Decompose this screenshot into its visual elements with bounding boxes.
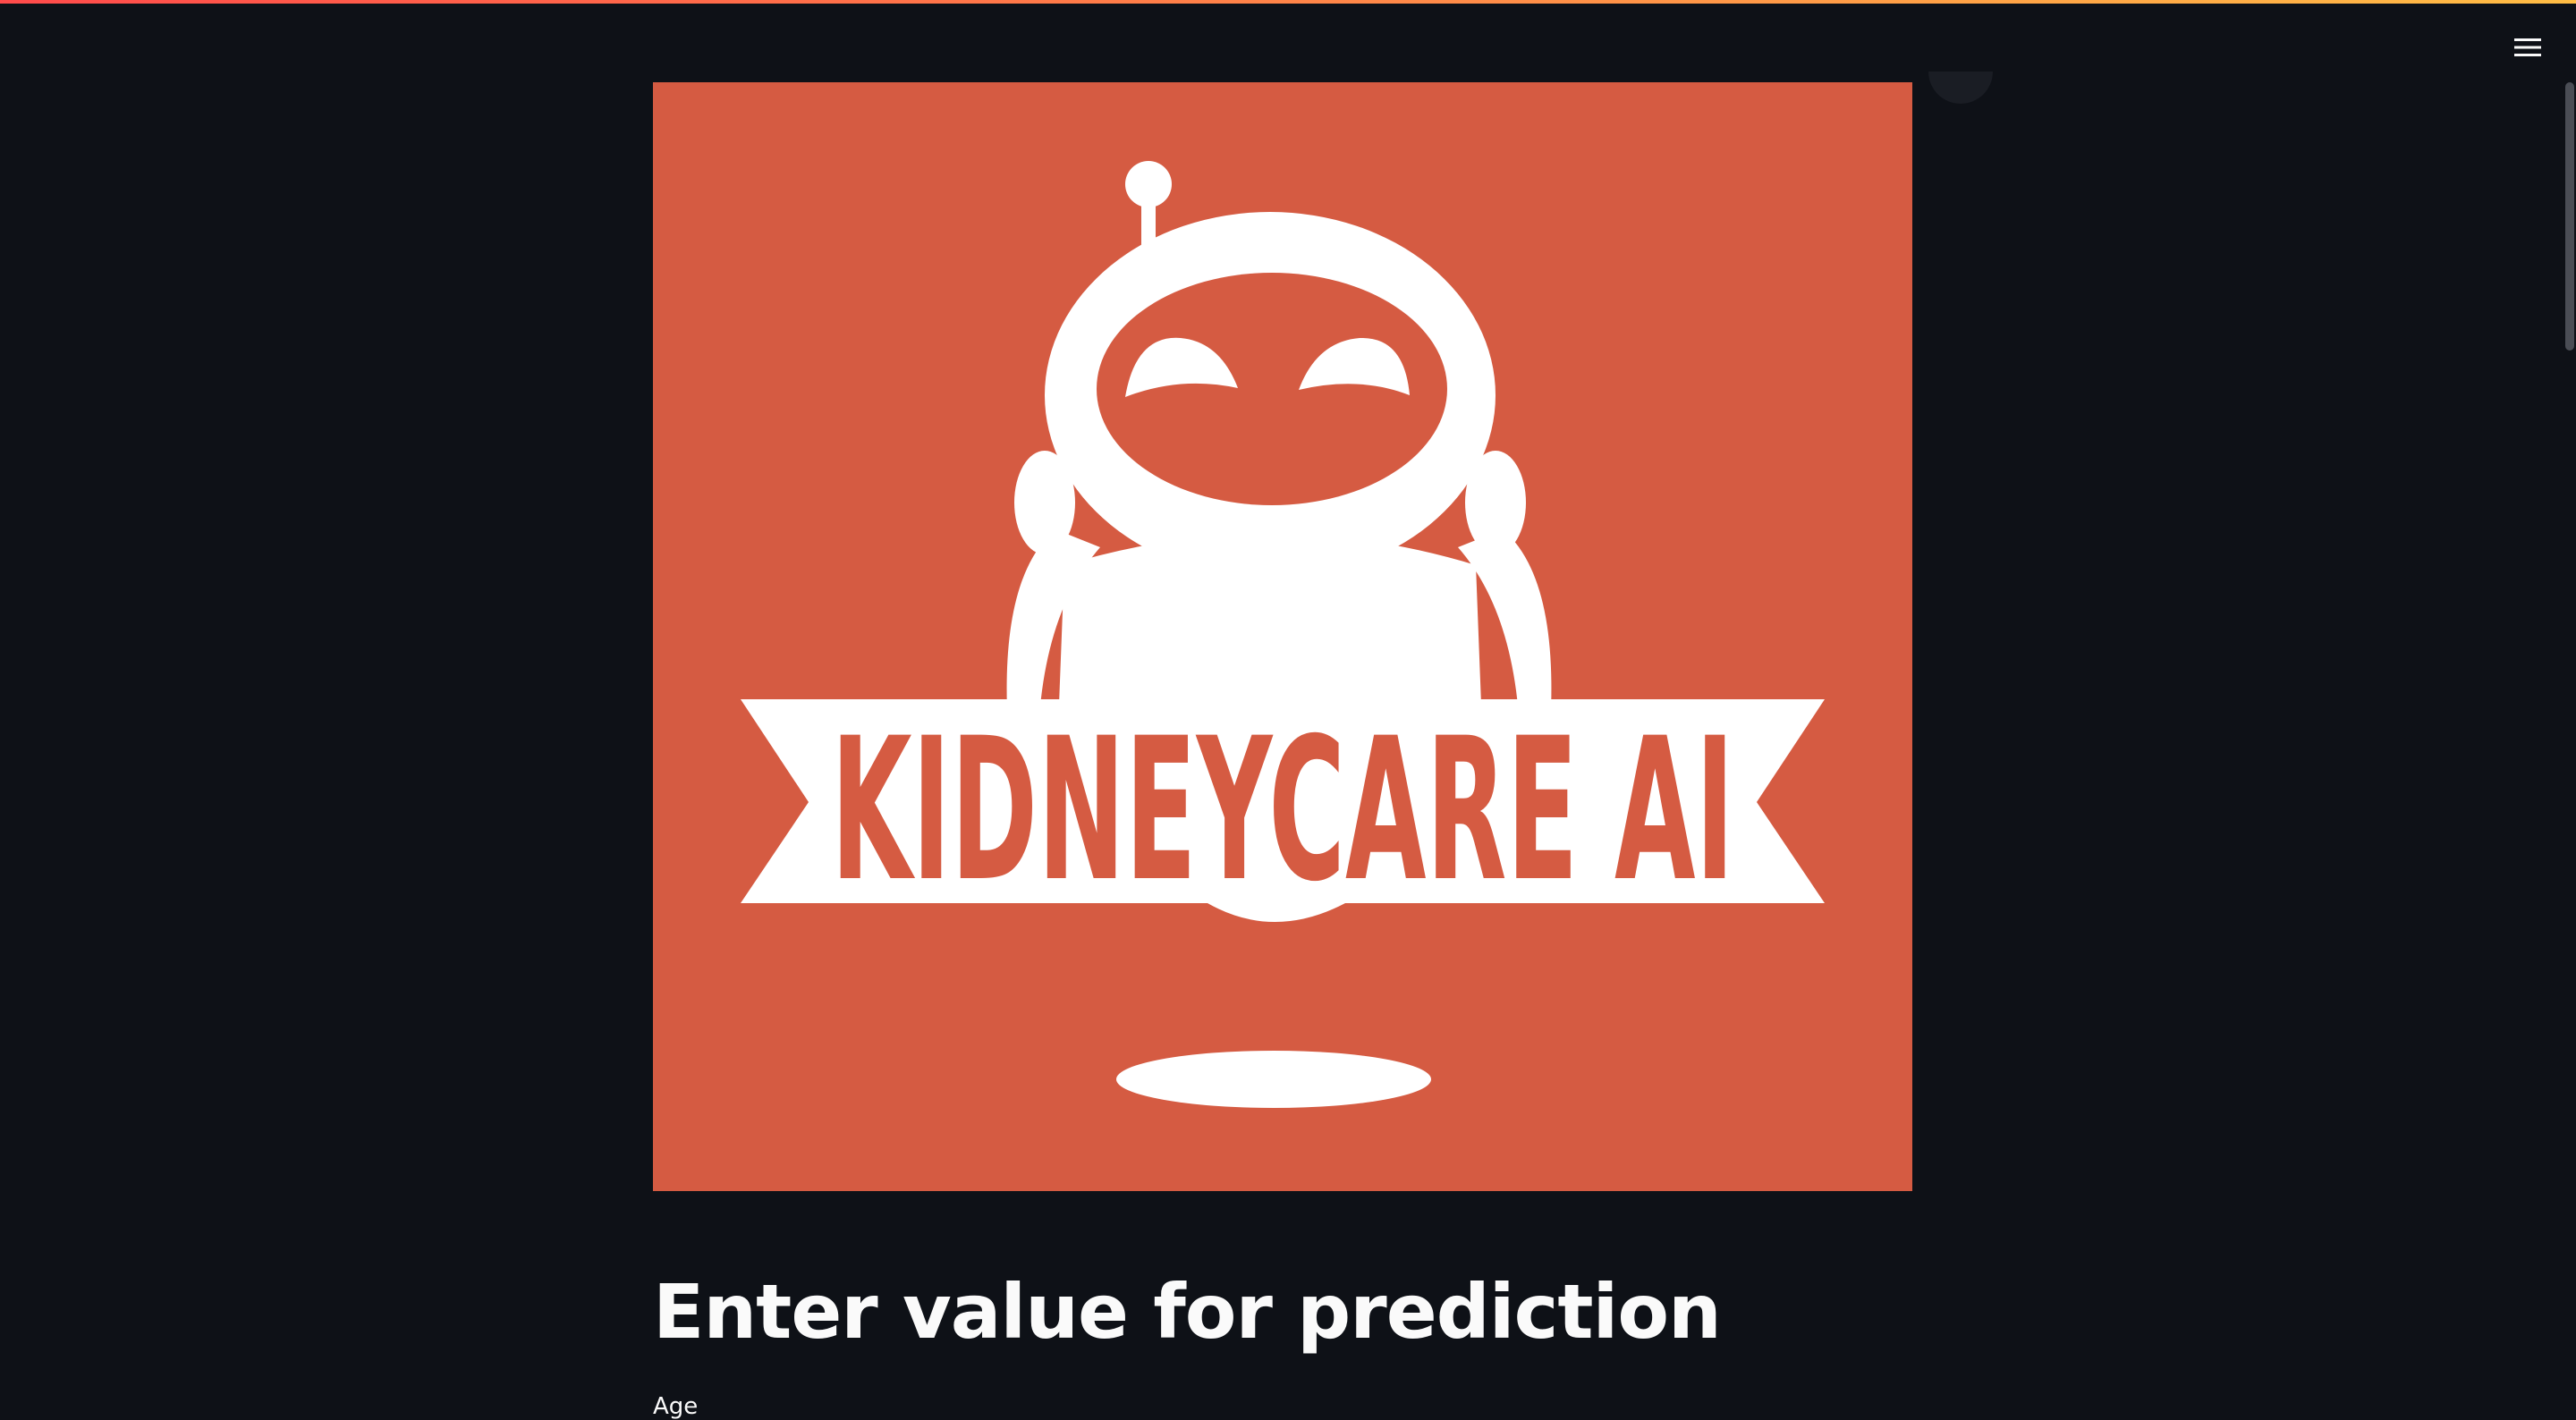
main-menu-button[interactable] — [2503, 27, 2553, 68]
page-title: Enter value for prediction — [653, 1268, 1722, 1356]
app-header — [0, 4, 2576, 82]
kidneycare-logo-image: KIDNEYCARE AI — [653, 82, 1912, 1191]
main-content: KIDNEYCARE AI Enter value for prediction… — [653, 82, 1912, 1420]
status-widget — [1928, 72, 1993, 104]
page-scrollbar[interactable] — [2563, 82, 2576, 1400]
scrollbar-thumb[interactable] — [2565, 82, 2574, 351]
logo-wordmark: KIDNEYCARE AI — [831, 696, 1734, 925]
age-field-label: Age — [653, 1393, 699, 1420]
hamburger-menu-icon — [2514, 38, 2541, 56]
robot-logo-graphic: KIDNEYCARE AI — [741, 161, 1825, 1108]
